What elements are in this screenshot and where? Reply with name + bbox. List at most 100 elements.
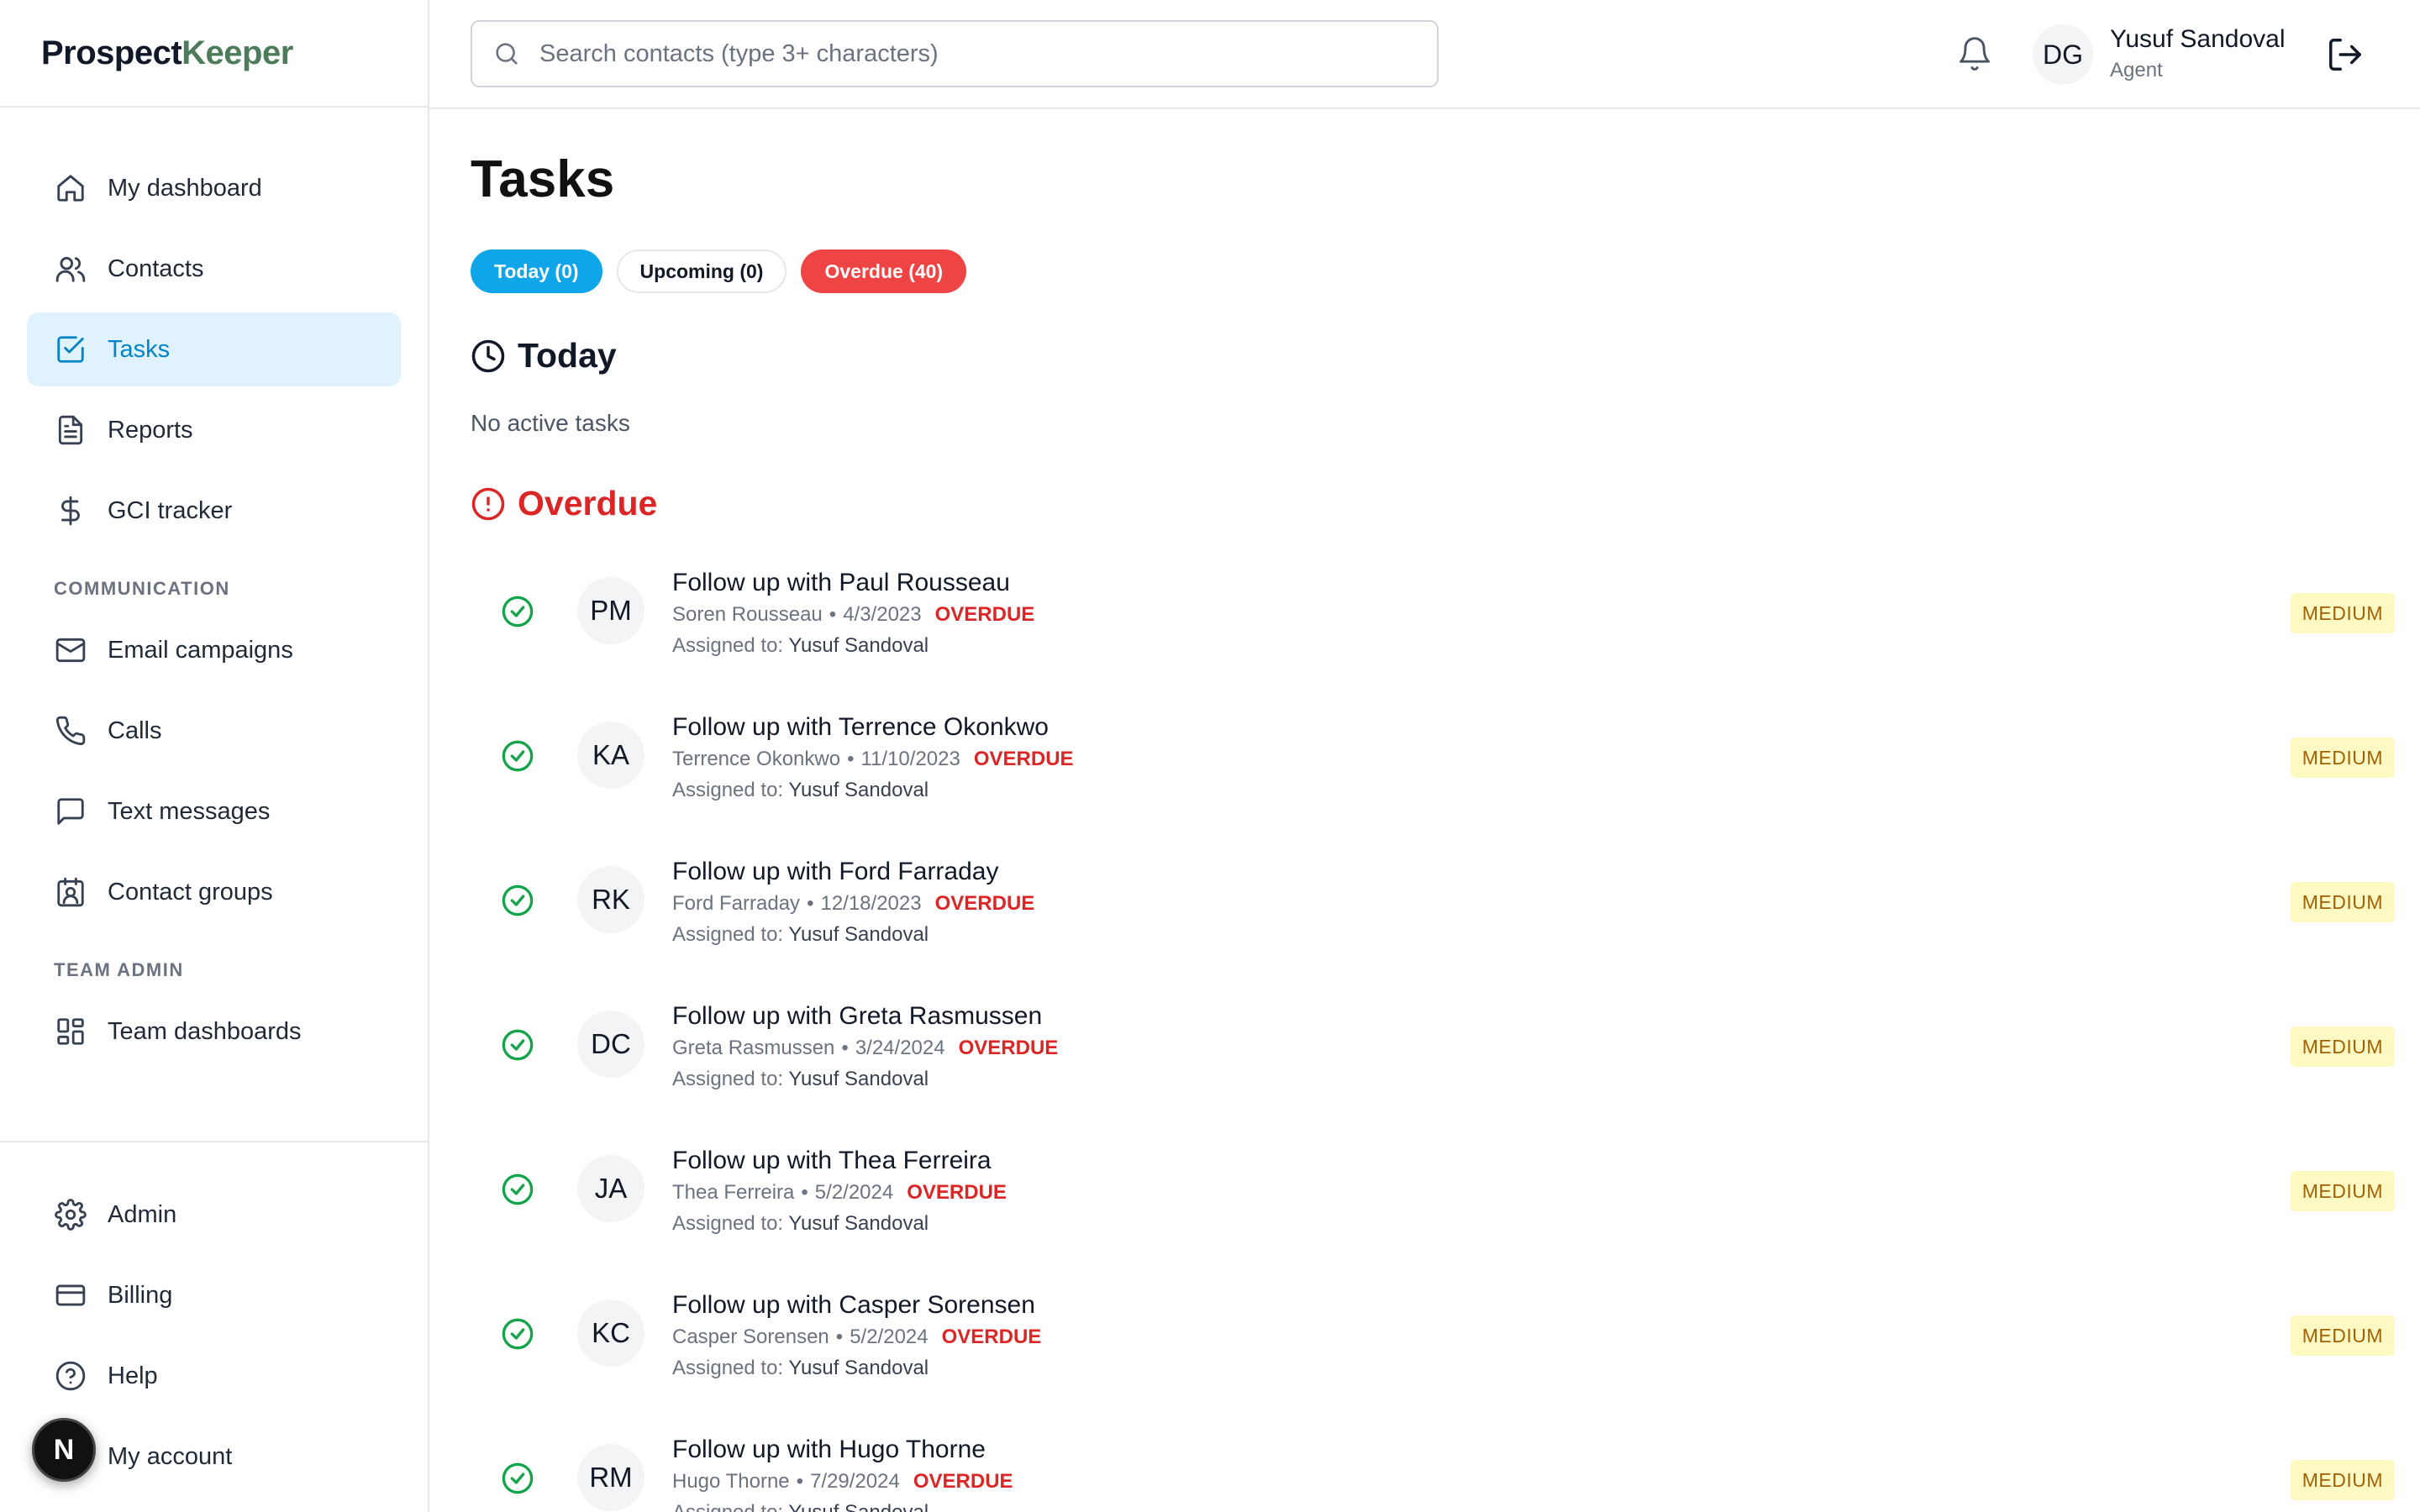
task-meta: Terrence Okonkwo • 11/10/2023 OVERDUE [672,748,1074,771]
task-title[interactable]: Follow up with Casper Sorensen [672,1291,1035,1320]
complete-task-icon[interactable] [501,884,534,917]
bell-icon[interactable] [1956,35,1993,72]
sidebar-item-label: Contacts [108,255,204,282]
task-row[interactable]: RK Follow up with Ford Farraday Ford Far… [471,848,2395,992]
logo-text-prospect: Prospect [41,34,182,71]
contact-avatar: PM [577,577,644,644]
sidebar-item-label: Tasks [108,335,171,363]
task-row[interactable]: KC Follow up with Casper Sorensen Casper… [471,1281,2395,1425]
assignee-name: Yusuf Sandoval [788,779,929,801]
top-bar: DG Yusuf Sandoval Agent [429,0,2420,109]
logo-text-keeper: Keeper [182,34,293,71]
dollar-icon [54,494,87,528]
mail-icon [54,633,87,667]
sidebar-item-calls[interactable]: Calls [27,694,401,768]
task-contact[interactable]: Greta Rasmussen [672,1037,834,1060]
sidebar-item-label: Team dashboards [108,1017,302,1045]
meta-separator: • [847,748,855,770]
sidebar-item-team-dashboards[interactable]: Team dashboards [27,995,401,1068]
task-contact[interactable]: Hugo Thorne [672,1470,790,1494]
task-contact[interactable]: Casper Sorensen [672,1326,829,1349]
complete-task-icon[interactable] [501,1028,534,1062]
assigned-prefix: Assigned to: [672,1068,784,1090]
priority-badge: MEDIUM [2290,593,2395,633]
task-title[interactable]: Follow up with Terrence Okonkwo [672,713,1049,742]
search-input[interactable] [539,39,1437,68]
task-row[interactable]: PM Follow up with Paul Rousseau Soren Ro… [471,559,2395,703]
tab-today[interactable]: Today (0) [471,249,602,293]
task-date: 12/18/2023 [820,892,922,915]
sidebar-item-text-messages[interactable]: Text messages [27,774,401,848]
assignee-name: Yusuf Sandoval [788,1357,929,1379]
overdue-section-header: Overdue [471,484,657,523]
sidebar-item-my-dashboard[interactable]: My dashboard [27,151,401,225]
app-root: ProspectKeeper My dashboard Contacts Tas… [0,0,2420,1512]
task-title[interactable]: Follow up with Paul Rousseau [672,569,1010,597]
assignee-name: Yusuf Sandoval [788,634,929,657]
task-row[interactable]: DC Follow up with Greta Rasmussen Greta … [471,992,2395,1137]
assigned-prefix: Assigned to: [672,1501,783,1512]
contact-avatar: DC [577,1011,644,1078]
sidebar-nav: My dashboard Contacts Tasks Reports GCI … [0,108,428,1141]
overdue-label: OVERDUE [934,892,1035,915]
task-meta: Ford Farraday • 12/18/2023 OVERDUE [672,892,1034,916]
logout-icon[interactable] [2326,35,2365,74]
assignee-name: Yusuf Sandoval [788,1068,929,1090]
sidebar-item-email-campaigns[interactable]: Email campaigns [27,613,401,687]
today-empty-message: No active tasks [471,410,630,436]
overdue-task-list: PM Follow up with Paul Rousseau Soren Ro… [471,559,2395,1512]
complete-task-icon[interactable] [501,1173,534,1206]
sidebar-item-label: My account [108,1442,233,1470]
meta-separator: • [841,1037,849,1059]
meta-separator: • [807,892,814,915]
floating-app-button[interactable]: N [32,1418,96,1482]
tab-upcoming[interactable]: Upcoming (0) [616,249,787,293]
today-section-header: Today [471,336,617,375]
task-assignee: Assigned to: Yusuf Sandoval [672,1068,929,1091]
task-title[interactable]: Follow up with Hugo Thorne [672,1436,986,1464]
task-row[interactable]: RM Follow up with Hugo Thorne Hugo Thorn… [471,1425,2395,1512]
sidebar-item-billing[interactable]: Billing [27,1258,401,1332]
complete-task-icon[interactable] [501,739,534,773]
task-title[interactable]: Follow up with Ford Farraday [672,858,998,886]
task-date: 3/24/2024 [855,1037,945,1059]
overdue-label: OVERDUE [973,748,1074,770]
task-meta: Soren Rousseau • 4/3/2023 OVERDUE [672,603,1034,627]
complete-task-icon[interactable] [501,595,534,628]
assignee-name: Yusuf Sandoval [788,1501,929,1512]
sidebar-item-reports[interactable]: Reports [27,393,401,467]
priority-badge: MEDIUM [2290,1460,2395,1500]
user-avatar[interactable]: DG [2033,24,2093,85]
task-title[interactable]: Follow up with Greta Rasmussen [672,1002,1042,1031]
sidebar-item-admin[interactable]: Admin [27,1178,401,1252]
assignee-name: Yusuf Sandoval [788,923,929,946]
sidebar-item-tasks[interactable]: Tasks [27,312,401,386]
task-row[interactable]: KA Follow up with Terrence Okonkwo Terre… [471,703,2395,848]
check-square-icon [54,333,87,366]
credit-card-icon [54,1278,87,1312]
sidebar-item-contact-groups[interactable]: Contact groups [27,855,401,929]
sidebar-item-label: Help [108,1362,158,1389]
meta-separator: • [801,1181,808,1204]
sidebar-item-help[interactable]: Help [27,1339,401,1413]
phone-icon [54,714,87,748]
app-logo[interactable]: ProspectKeeper [41,34,293,72]
file-text-icon [54,413,87,447]
complete-task-icon[interactable] [501,1462,534,1495]
contact-avatar: JA [577,1155,644,1222]
contact-avatar: RM [577,1444,644,1511]
task-contact[interactable]: Terrence Okonkwo [672,748,840,771]
sidebar-item-contacts[interactable]: Contacts [27,232,401,306]
task-contact[interactable]: Soren Rousseau [672,603,823,627]
sidebar-item-gci-tracker[interactable]: GCI tracker [27,474,401,548]
assigned-prefix: Assigned to: [672,923,784,946]
complete-task-icon[interactable] [501,1317,534,1351]
overdue-label: OVERDUE [907,1181,1007,1204]
tab-overdue[interactable]: Overdue (40) [801,249,967,293]
sidebar-item-label: Calls [108,717,162,744]
task-row[interactable]: JA Follow up with Thea Ferreira Thea Fer… [471,1137,2395,1281]
task-assignee: Assigned to: Yusuf Sandoval [672,1357,929,1380]
task-title[interactable]: Follow up with Thea Ferreira [672,1147,992,1175]
task-contact[interactable]: Thea Ferreira [672,1181,794,1205]
task-contact[interactable]: Ford Farraday [672,892,800,916]
